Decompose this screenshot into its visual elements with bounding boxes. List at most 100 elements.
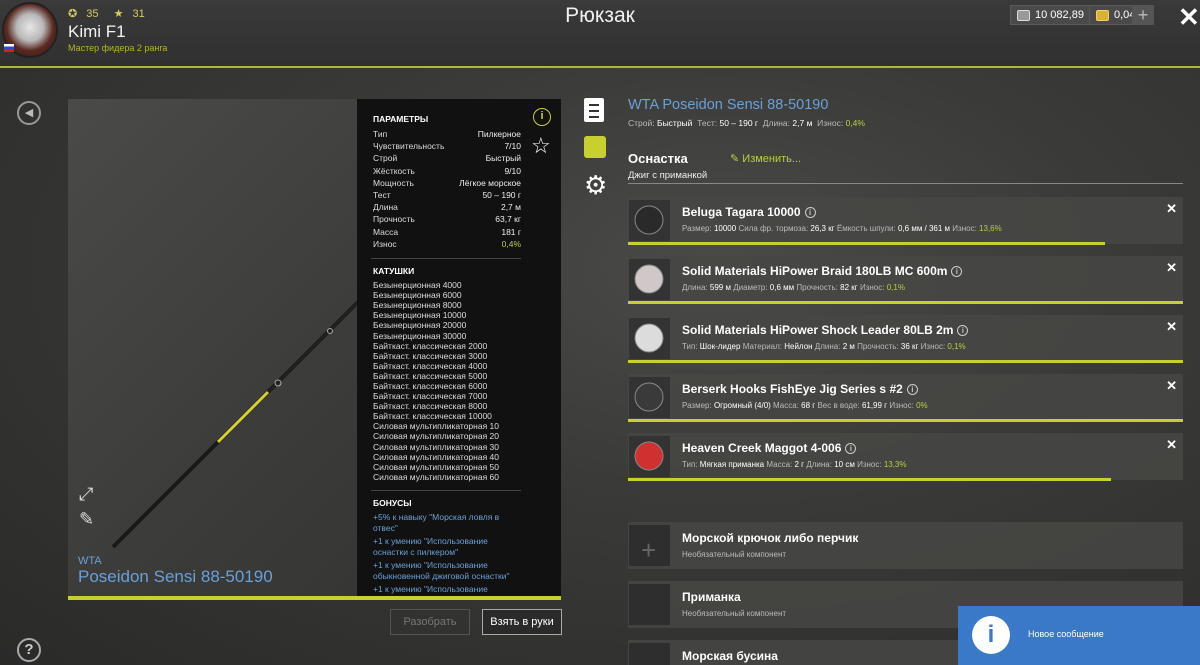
- info-small-icon[interactable]: i: [804, 207, 816, 218]
- puzzle-icon[interactable]: [584, 136, 606, 158]
- stat-key: Прочность:: [796, 283, 838, 292]
- slot-name: Heaven Creek Maggot 4-006 i: [682, 441, 857, 455]
- reel-item: Силовая мультипликаторная 20: [373, 431, 499, 442]
- reels-title: КАТУШКИ: [373, 266, 415, 277]
- rig-slot[interactable]: Solid Materials HiPower Shock Leader 80L…: [628, 315, 1183, 362]
- stat-key: Износ:: [859, 283, 885, 292]
- reel-item: Байткаст. классическая 5000: [373, 370, 488, 381]
- stat-key: Износ:: [920, 342, 946, 351]
- help-icon[interactable]: ?: [17, 638, 41, 662]
- remove-icon[interactable]: ✕: [1166, 319, 1177, 335]
- add-icon: +: [641, 535, 657, 565]
- reel-item: Силовая мультипликаторная 60: [373, 471, 499, 482]
- stat-key: Тип:: [682, 460, 698, 469]
- empty-thumb: [629, 643, 670, 665]
- param-row: Тест 50 – 190 г: [373, 189, 521, 201]
- param-row: Жёсткость 9/10: [373, 165, 521, 177]
- add-gold-button[interactable]: +: [1132, 5, 1154, 25]
- stat-key: Износ:: [857, 460, 882, 469]
- info-small-icon[interactable]: i: [845, 443, 857, 454]
- empty-thumb: [629, 584, 670, 625]
- params-panel[interactable]: ПАРАМЕТРЫ Тип Пилкерное Чувствительность 7/…: [357, 99, 561, 596]
- slot-name-text: Heaven Creek Maggot 4-006: [682, 441, 842, 455]
- stat-key: Длина:: [814, 342, 841, 351]
- paint-brush-icon[interactable]: ✎: [79, 509, 94, 530]
- slot-name: Solid Materials HiPower Shock Leader 80L…: [682, 323, 969, 337]
- reel-item: Безынерционная 6000: [373, 290, 462, 301]
- stat-key: Тип:: [682, 342, 698, 351]
- reel-item: Безынерционная 20000: [373, 320, 467, 331]
- disassemble-button[interactable]: Разобрать: [390, 609, 470, 635]
- silver-value: 10 082,89: [1035, 9, 1084, 21]
- reel-item: Байткаст. классическая 10000: [373, 411, 492, 422]
- stat-value: 61,99 г: [861, 401, 888, 410]
- favorite-star-icon[interactable]: ☆: [531, 133, 551, 159]
- param-row: Длина 2,7 м: [373, 201, 521, 213]
- params-title: ПАРАМЕТРЫ: [373, 114, 429, 124]
- expand-icon[interactable]: ⤢: [79, 484, 93, 505]
- stat-key: Длина:: [682, 283, 708, 292]
- gold-icon: [1096, 9, 1109, 21]
- bonus-item: +5% к навыку "Морская ловля в отвес": [373, 511, 500, 533]
- remove-icon[interactable]: ✕: [1166, 260, 1177, 276]
- reel-item: Байткаст. классическая 3000: [373, 350, 488, 361]
- rig-slot[interactable]: Berserk Hooks FishEye Jig Series s #2 i Ра…: [628, 374, 1183, 421]
- info-small-icon[interactable]: i: [906, 384, 918, 395]
- stat-value: 82 кг: [840, 283, 858, 292]
- info-small-icon[interactable]: i: [957, 325, 969, 336]
- stat-key: Сила фр. тормоза:: [738, 224, 809, 233]
- braid-thumb: [629, 259, 670, 300]
- stat-key: Размер:: [682, 224, 712, 233]
- stat-value: 13,3%: [883, 460, 907, 469]
- param-value: 2,7 м: [500, 202, 521, 213]
- remove-icon[interactable]: ✕: [1166, 437, 1177, 453]
- silver-icon: [1017, 9, 1030, 21]
- take-in-hand-button[interactable]: Взять в руки: [482, 609, 562, 635]
- param-key: Жёсткость: [373, 165, 415, 176]
- stat-value: 0,6 мм / 361 м: [897, 224, 951, 233]
- bonus-title: БОНУСЫ: [373, 497, 412, 508]
- stat-value: Нейлон: [784, 342, 813, 351]
- rig-slot[interactable]: Heaven Creek Maggot 4-006 i Тип: Мягкая пр…: [628, 433, 1183, 480]
- slot-stats: Тип: Шок-лидер Материал: Нейлон Длина: 2…: [682, 342, 966, 351]
- empty-slot[interactable]: + Морской крючок либо перчик Необязательны…: [628, 522, 1183, 569]
- remove-icon[interactable]: ✕: [1166, 201, 1177, 217]
- rig-slot[interactable]: Beluga Tagara 10000 i Размер: 10000 Сила ф…: [628, 197, 1183, 244]
- document-icon[interactable]: [584, 98, 604, 122]
- stat-value: 13,6%: [979, 224, 1002, 233]
- empty-slot-sub: Необязательный компонент: [682, 609, 787, 618]
- reel-item: Байткаст. классическая 8000: [373, 401, 488, 412]
- stat-key: Длина:: [806, 460, 832, 469]
- slot-stats: Длина: 599 м Диаметр: 0,6 мм Прочность: …: [682, 283, 905, 292]
- stat-value: Шок-лидер: [699, 342, 741, 351]
- slot-stats: Размер: Огромный (4/0) Масса: 68 г Вес в…: [682, 401, 928, 410]
- stat-value: 2 г: [794, 460, 805, 469]
- rig-slot[interactable]: Solid Materials HiPower Braid 180LB MC 6…: [628, 256, 1183, 303]
- remove-icon[interactable]: ✕: [1166, 378, 1177, 394]
- item-summary: Строй: Быстрый Тест: 50 – 190 г Длина: 2…: [628, 118, 865, 128]
- empty-slot-name: Приманка: [682, 590, 741, 604]
- close-icon[interactable]: ✕: [1178, 2, 1200, 33]
- stat-value: 0,1%: [886, 283, 905, 292]
- empty-slot-name: Морская бусина: [682, 649, 778, 663]
- stat-value: Мягкая приманка: [699, 460, 765, 469]
- item-title: WTA Poseidon Sensi 88-50190: [628, 97, 829, 113]
- param-row: Тип Пилкерное: [373, 128, 521, 140]
- empty-slot-name: Морской крючок либо перчик: [682, 531, 859, 545]
- wear-bar: [628, 242, 1105, 245]
- gear-icon[interactable]: ⚙: [584, 170, 607, 201]
- info-small-icon[interactable]: i: [951, 266, 963, 277]
- param-value: 50 – 190 г: [482, 190, 521, 201]
- russia-flag-icon: [4, 44, 14, 52]
- param-value: Пилкерное: [477, 129, 521, 139]
- edit-rig-link[interactable]: ✎ Изменить...: [730, 152, 801, 165]
- empty-slot-sub: Необязательный компонент: [682, 550, 787, 559]
- rig-type: Джиг с приманкой: [628, 170, 708, 181]
- reel-thumb: [629, 200, 670, 241]
- stat-value: 68 г: [801, 401, 816, 410]
- back-icon[interactable]: ◀: [17, 101, 41, 125]
- info-icon[interactable]: i: [533, 108, 551, 126]
- notification-toast[interactable]: i Новое сообщение: [958, 606, 1200, 665]
- stat-key: Материал:: [742, 342, 782, 351]
- stat-value: 599 м: [709, 283, 731, 292]
